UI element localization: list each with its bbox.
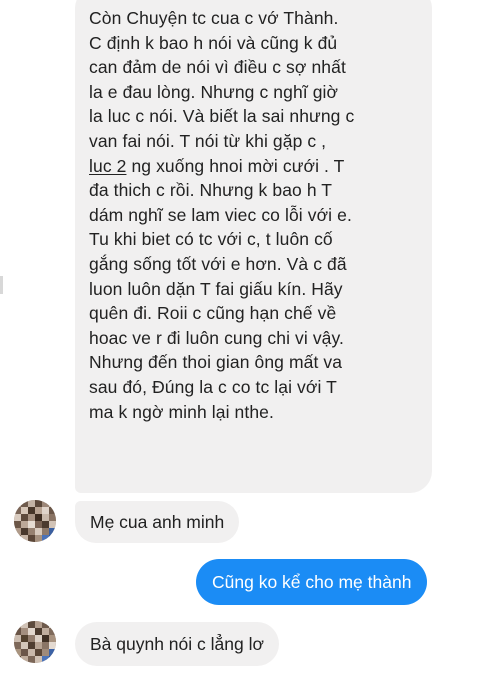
message-line-rest: ng xuống hnoi mời cưới . T — [131, 155, 345, 176]
message-line: sau đó, Đúng la c co tc lại với T — [89, 376, 337, 397]
message-line: can đảm de nói vì điều c sợ nhất — [89, 57, 346, 78]
message-line: ma k ngờ minh lại nthe. — [89, 401, 274, 422]
message-line: la e đau lòng. Nhưng c nghĩ giờ — [89, 81, 339, 102]
message-line: dám nghĩ se lam viec co lỗi với e. — [89, 204, 352, 225]
outgoing-message[interactable]: Cũng ko kể cho mẹ thành — [196, 559, 428, 605]
incoming-message-long[interactable]: Còn Chuyện tc cua c vớ Thành. C định k b… — [75, 0, 432, 493]
incoming-message[interactable]: Bà quynh nói c lẳng lơ — [75, 622, 279, 666]
message-line: Nhưng đến thoi gian ông mất va — [89, 352, 343, 373]
message-line: hoac ve r đi luôn cung chi vi vậy. — [89, 327, 345, 348]
underlined-fragment: luc 2 — [89, 155, 127, 176]
scroll-edge-mark — [0, 276, 3, 294]
message-line: van fai nói. T nói từ khi gặp c , — [89, 130, 327, 151]
message-line: C định k bao h nói và cũng k đủ — [89, 32, 338, 53]
message-line: luon luôn dặn T fai giấu kín. Hãy — [89, 278, 343, 299]
message-line: la luc c nói. Và biết la sai nhưng c — [89, 106, 355, 127]
message-line: Tu khi biet có tc với c, t luôn cố — [89, 229, 333, 250]
incoming-message[interactable]: Mẹ cua anh minh — [75, 501, 240, 543]
sender-avatar-blurred[interactable] — [14, 500, 56, 542]
sender-avatar-blurred[interactable] — [14, 621, 56, 663]
message-line: quên đi. Roii c cũng hạn chế về — [89, 303, 337, 324]
message-line: gắng sống tốt với e hơn. Và c đã — [89, 253, 347, 274]
message-line: luc 2 ng xuống hnoi mời cưới . T — [89, 154, 418, 179]
message-line: đa thich c rồi. Nhưng k bao h T — [89, 180, 333, 201]
chat-thread: Còn Chuyện tc cua c vớ Thành. C định k b… — [0, 0, 500, 680]
message-line: Còn Chuyện tc cua c vớ Thành. — [89, 8, 339, 28]
